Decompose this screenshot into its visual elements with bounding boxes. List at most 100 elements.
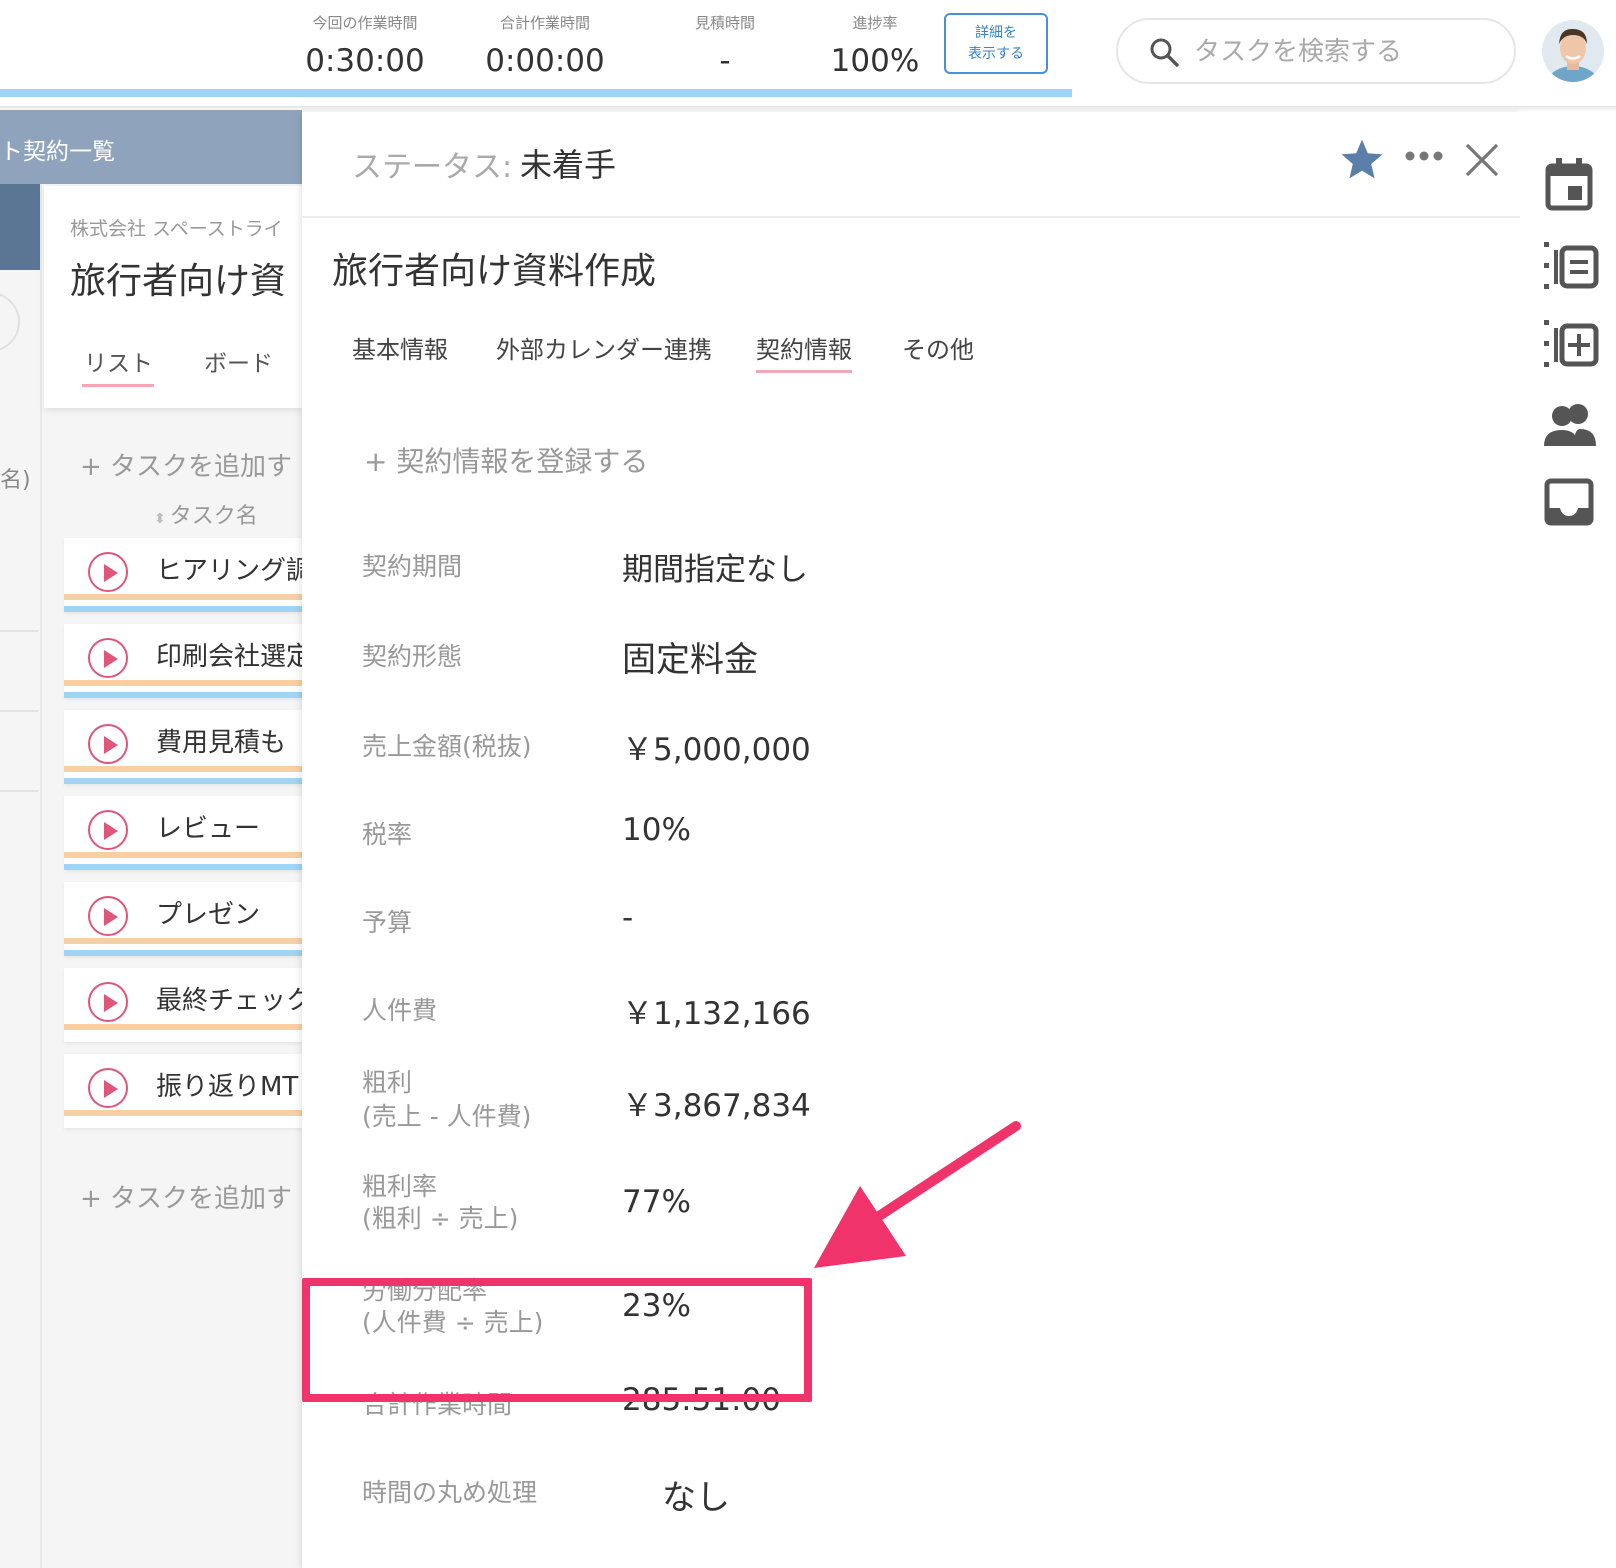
task-stripe xyxy=(64,606,302,612)
play-icon[interactable] xyxy=(88,982,128,1022)
close-icon[interactable] xyxy=(1464,142,1500,182)
show-details-button[interactable]: 詳細を 表示する xyxy=(944,13,1048,74)
status-value[interactable]: 未着手 xyxy=(520,140,616,186)
stat-value: - xyxy=(719,43,731,79)
tab-list-label: リスト xyxy=(84,351,153,377)
tab-board-label: ボード xyxy=(204,351,273,377)
stat-label: 進捗率 xyxy=(852,14,898,32)
stat-label: 合計作業時間 xyxy=(499,14,590,32)
tab-board[interactable]: ボード xyxy=(204,344,273,378)
partial-column-text: 名) xyxy=(0,468,31,493)
task-row[interactable]: レビュー xyxy=(64,796,302,870)
tab-other[interactable]: その他 xyxy=(902,330,974,365)
active-tab-underline xyxy=(756,370,852,373)
field-label: 粗利率 xyxy=(362,1172,438,1201)
divider xyxy=(0,790,38,792)
play-icon[interactable] xyxy=(88,810,128,850)
play-icon[interactable] xyxy=(88,1068,128,1108)
field-label: 人件費 xyxy=(362,996,438,1025)
task-stripe xyxy=(64,1024,302,1030)
task-name: ヒアリング調 xyxy=(156,556,313,586)
task-stripe xyxy=(64,864,302,870)
stat-value: 0:00:00 xyxy=(485,43,605,79)
task-stripe xyxy=(64,778,302,784)
divider xyxy=(40,184,42,1568)
stat-value: 0:30:00 xyxy=(305,43,425,79)
status-row: ステータス: 未着手 xyxy=(302,112,1520,218)
avatar[interactable] xyxy=(1542,20,1604,82)
task-detail-panel: ステータス: 未着手 旅行者向け資料作成 基本情報 外部カレンダー連携 契約情報… xyxy=(302,112,1520,1568)
tab-contract-info-label: 契約情報 xyxy=(756,336,852,364)
search-input[interactable] xyxy=(1192,30,1496,74)
task-name: 費用見積も xyxy=(156,728,287,758)
task-name: 振り返りMT xyxy=(156,1072,299,1102)
task-name: 最終チェック xyxy=(156,986,313,1016)
active-tab-underline xyxy=(82,384,154,387)
tab-basic-info[interactable]: 基本情報 xyxy=(352,330,448,365)
task-stripe xyxy=(64,950,302,956)
task-name: レビュー xyxy=(156,814,261,844)
task-stripe xyxy=(64,852,302,858)
stat-value: 100% xyxy=(830,43,920,79)
field-label: 契約形態 xyxy=(362,642,463,671)
task-list: ヒアリング調 印刷会社選定 費用見積も レビュー プレゼン 最終チェック 振り返… xyxy=(64,538,312,1140)
field-label: 予算 xyxy=(362,908,413,937)
more-icon[interactable] xyxy=(1404,148,1444,167)
task-row[interactable]: ヒアリング調 xyxy=(64,538,312,612)
task-row[interactable]: 振り返りMT xyxy=(64,1054,302,1128)
field-value: ￥5,000,000 xyxy=(622,732,811,768)
stat-total-work-time: 合計作業時間 0:00:00 xyxy=(465,12,625,79)
field-value: 期間指定なし xyxy=(622,552,808,588)
tab-list[interactable]: リスト xyxy=(82,344,154,387)
star-icon[interactable] xyxy=(1338,136,1386,188)
task-title[interactable]: 旅行者向け資料作成 xyxy=(332,242,656,294)
play-icon[interactable] xyxy=(88,896,128,936)
stat-label: 今回の作業時間 xyxy=(312,14,418,32)
tab-contract-info[interactable]: 契約情報 xyxy=(756,330,852,373)
field-sublabel: (粗利 ÷ 売上) xyxy=(362,1204,519,1233)
show-details-line1: 詳細を xyxy=(975,25,1017,41)
task-stripe xyxy=(64,692,302,698)
add-task-button[interactable]: + タスクを追加す xyxy=(80,446,292,483)
status-label: ステータス: xyxy=(352,150,513,185)
sidebar-active-block xyxy=(0,184,40,270)
project-banner[interactable]: ト契約一覧 xyxy=(0,110,302,184)
progress-bar xyxy=(0,89,1072,97)
calendar-icon[interactable] xyxy=(1544,158,1594,216)
task-stripe xyxy=(64,594,302,600)
search-icon xyxy=(1148,36,1180,72)
field-value: 77% xyxy=(622,1184,691,1220)
add-task-button[interactable]: + タスクを追加す xyxy=(80,1178,292,1215)
divider xyxy=(0,630,38,632)
task-name-column-header[interactable]: ⬍ タスク名 xyxy=(154,498,258,530)
field-value: - xyxy=(622,900,634,936)
stat-current-work-time: 今回の作業時間 0:30:00 xyxy=(290,12,440,79)
task-row[interactable]: 費用見積も xyxy=(64,710,302,784)
play-icon[interactable] xyxy=(88,552,128,592)
task-row[interactable]: 最終チェック xyxy=(64,968,312,1042)
stat-label: 見積時間 xyxy=(694,14,755,32)
task-stripe xyxy=(64,766,302,772)
project-card: 株式会社 スペーストライ 旅行者向け資 リスト ボード xyxy=(44,186,302,408)
tab-external-calendar[interactable]: 外部カレンダー連携 xyxy=(496,330,712,365)
project-name: 旅行者向け資 xyxy=(70,261,287,302)
task-stripe xyxy=(64,1110,302,1116)
people-icon[interactable] xyxy=(1544,402,1596,452)
highlight-box xyxy=(302,1278,812,1402)
add-list-icon[interactable] xyxy=(1544,318,1600,376)
field-value: ￥1,132,166 xyxy=(622,996,811,1032)
play-icon[interactable] xyxy=(88,724,128,764)
inbox-icon[interactable] xyxy=(1544,478,1594,530)
stat-progress-rate: 進捗率 100% xyxy=(800,12,950,79)
right-icon-rail xyxy=(1520,112,1616,1568)
field-label: 契約期間 xyxy=(362,552,463,581)
play-icon[interactable] xyxy=(88,638,128,678)
task-row[interactable]: 印刷会社選定 xyxy=(64,624,312,698)
task-stripe xyxy=(64,680,302,686)
list-icon[interactable] xyxy=(1544,240,1600,298)
search-box[interactable] xyxy=(1116,18,1516,84)
task-row[interactable]: プレゼン xyxy=(64,882,302,956)
stat-estimate-time: 見積時間 - xyxy=(650,12,800,79)
register-contract-link[interactable]: + 契約情報を登録する xyxy=(364,440,648,480)
field-value: なし xyxy=(662,1478,730,1518)
